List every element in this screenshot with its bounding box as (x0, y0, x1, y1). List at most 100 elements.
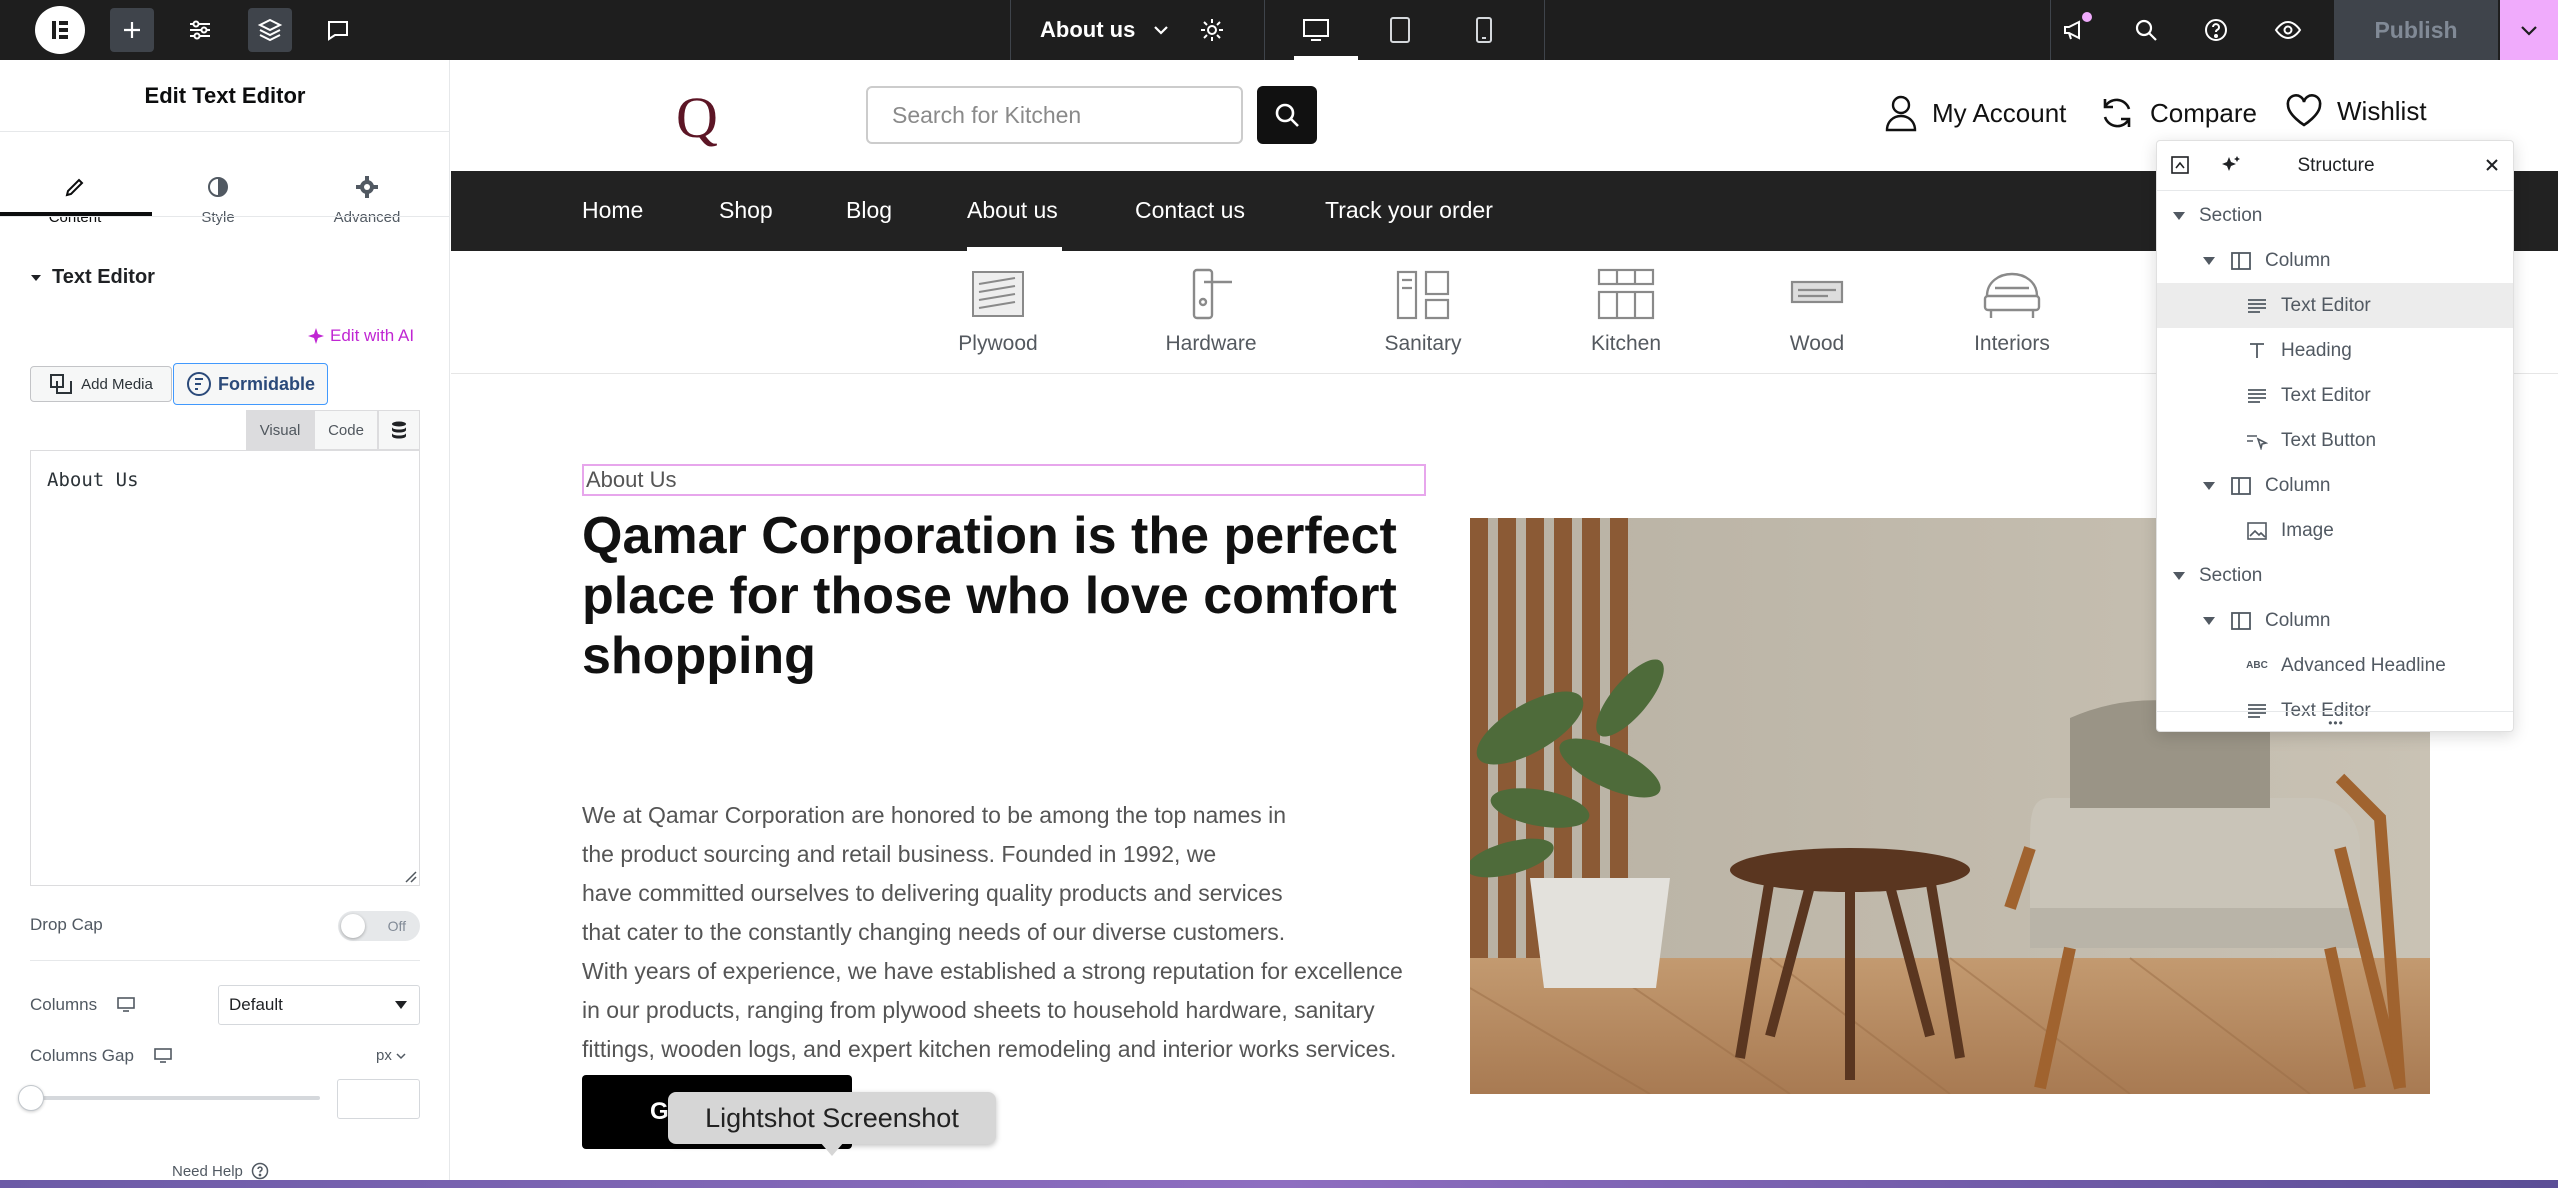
about-label-editing[interactable]: About Us (582, 464, 1426, 496)
drop-cap-toggle[interactable]: Off (338, 911, 420, 941)
nav-track-order[interactable]: Track your order (1325, 197, 1493, 224)
desktop-view-button[interactable] (1294, 8, 1338, 52)
pencil-icon (65, 178, 84, 196)
need-help-link[interactable]: Need Help (172, 1162, 269, 1180)
caret-down-icon[interactable] (2173, 211, 2185, 221)
editor-top-bar: About us Publish (0, 0, 2558, 60)
plus-icon (124, 22, 140, 38)
desktop-icon[interactable] (154, 1048, 172, 1064)
columns-gap-slider[interactable] (18, 1085, 320, 1111)
structure-item-text[interactable]: Text Editor (2157, 283, 2513, 328)
structure-item-image[interactable]: Image (2157, 508, 2513, 553)
gear-icon (356, 175, 378, 198)
add-media-button[interactable]: Add Media (30, 366, 172, 402)
hardware-icon (1180, 266, 1242, 322)
structure-item-label: Text Editor (2281, 294, 2371, 316)
columns-label: Columns (30, 995, 98, 1014)
section-toggle[interactable]: Text Editor (30, 266, 155, 289)
structure-item-label: Text Button (2281, 429, 2377, 451)
tablet-view-button[interactable] (1378, 8, 1422, 52)
about-body-text[interactable]: We at Qamar Corporation are honored to b… (582, 796, 1462, 1069)
eye-icon (2274, 20, 2302, 40)
whats-new-button[interactable] (2052, 8, 2096, 52)
structure-item-column[interactable]: Column (2157, 598, 2513, 643)
page-settings-dropdown[interactable]: About us (1040, 0, 1171, 60)
category-interiors[interactable]: Interiors (1927, 266, 2097, 356)
close-icon[interactable] (2485, 158, 2499, 172)
column-icon (2229, 476, 2253, 495)
desktop-icon[interactable] (117, 997, 135, 1013)
slider-handle[interactable] (18, 1085, 44, 1111)
layers-icon (257, 18, 283, 42)
structure-item-column[interactable]: Column (2157, 463, 2513, 508)
structure-button[interactable] (248, 8, 292, 52)
search-button[interactable] (1257, 86, 1317, 144)
tab-label: Advanced (333, 208, 401, 226)
tab-label: Style (201, 208, 235, 226)
resize-handle-icon[interactable] (403, 869, 417, 883)
tab-style[interactable]: Style (143, 132, 293, 268)
caret-down-icon[interactable] (2203, 256, 2215, 266)
add-element-button[interactable] (110, 8, 154, 52)
structure-item-heading[interactable]: Heading (2157, 328, 2513, 373)
caret-down-icon[interactable] (2203, 481, 2215, 491)
structure-item-section[interactable]: Section (2157, 553, 2513, 598)
chevron-down-icon (396, 1052, 406, 1059)
caret-down-icon[interactable] (2203, 616, 2215, 626)
chevron-down-icon (1154, 26, 1169, 35)
structure-item-label: Image (2281, 519, 2334, 541)
structure-item-label: Section (2199, 204, 2263, 226)
unit-selector[interactable]: px (376, 1047, 406, 1064)
nav-home[interactable]: Home (582, 197, 643, 224)
notes-button[interactable] (316, 8, 360, 52)
nav-contact-us[interactable]: Contact us (1135, 197, 1245, 224)
text-editor-textarea[interactable]: About Us (30, 450, 420, 886)
edit-with-ai-button[interactable]: Edit with AI (308, 326, 414, 346)
section-title: Text Editor (52, 266, 155, 288)
category-kitchen[interactable]: Kitchen (1541, 266, 1711, 356)
wishlist-link[interactable]: Wishlist (2285, 94, 2427, 128)
structure-resize-handle[interactable]: ••• (2157, 711, 2513, 731)
my-account-link[interactable]: My Account (1884, 94, 2066, 132)
category-wood[interactable]: Wood (1732, 266, 1902, 356)
help-button[interactable] (2194, 8, 2238, 52)
structure-item-text[interactable]: Text Editor (2157, 373, 2513, 418)
heading-icon (2245, 342, 2269, 360)
compare-link[interactable]: Compare (2098, 94, 2257, 132)
category-plywood[interactable]: Plywood (913, 266, 1083, 356)
structure-item-button[interactable]: Text Button (2157, 418, 2513, 463)
code-tab[interactable]: Code (314, 410, 378, 450)
dynamic-tags-button[interactable] (378, 410, 420, 450)
nav-blog[interactable]: Blog (846, 197, 892, 224)
button-icon (2245, 432, 2269, 450)
image-icon (2245, 521, 2269, 540)
columns-gap-input[interactable] (337, 1079, 420, 1119)
structure-item-column[interactable]: Column (2157, 238, 2513, 283)
site-settings-button[interactable] (178, 8, 222, 52)
site-logo[interactable]: Q (671, 82, 723, 152)
publish-button[interactable]: Publish (2334, 0, 2498, 60)
nav-about-us[interactable]: About us (967, 197, 1058, 224)
visual-tab[interactable]: Visual (246, 410, 314, 450)
page-settings-button[interactable] (1190, 8, 1234, 52)
about-heading[interactable]: Qamar Corporation is the perfect place f… (582, 506, 1442, 686)
tab-content[interactable]: Content (0, 132, 150, 268)
page-name: About us (1040, 17, 1136, 42)
tab-advanced[interactable]: Advanced (292, 132, 442, 268)
caret-down-icon[interactable] (2173, 571, 2185, 581)
mobile-view-button[interactable] (1462, 8, 1506, 52)
category-hardware[interactable]: Hardware (1126, 266, 1296, 356)
columns-select[interactable]: Default (218, 985, 420, 1025)
preview-button[interactable] (2266, 8, 2310, 52)
publish-options-button[interactable] (2500, 0, 2558, 60)
finder-button[interactable] (2124, 8, 2168, 52)
formidable-button[interactable]: Formidable (173, 363, 328, 405)
search-input[interactable]: Search for Kitchen (866, 86, 1243, 144)
structure-item-section[interactable]: Section (2157, 193, 2513, 238)
category-sanitary[interactable]: Sanitary (1338, 266, 1508, 356)
nav-shop[interactable]: Shop (719, 197, 773, 224)
column-icon (2229, 251, 2253, 270)
elementor-logo-button[interactable] (34, 6, 86, 54)
structure-item-headline[interactable]: ABC Advanced Headline (2157, 643, 2513, 688)
lightshot-tooltip: Lightshot Screenshot (668, 1092, 996, 1144)
